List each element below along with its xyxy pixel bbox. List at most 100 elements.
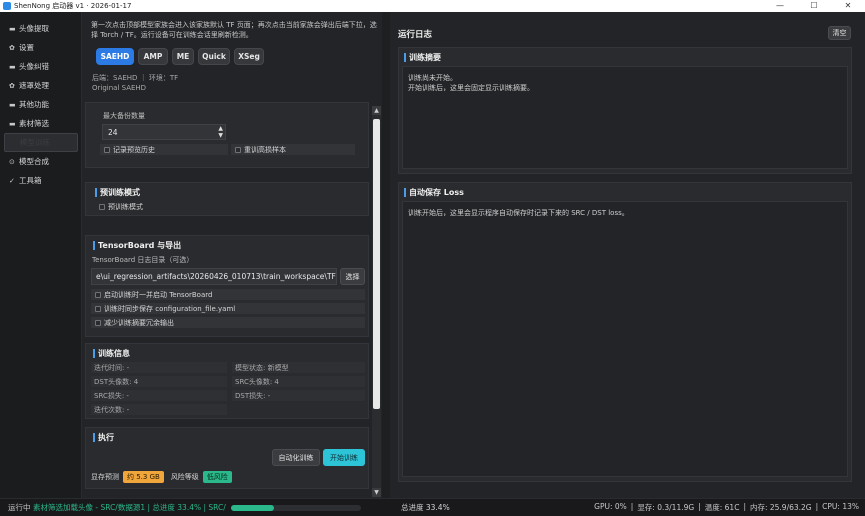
folder-icon: ▬: [9, 62, 16, 71]
gear-icon: ✿: [9, 43, 15, 52]
gear-icon: ✿: [9, 81, 15, 90]
auto-train-button[interactable]: 自动化训练: [272, 449, 320, 466]
scrollbar-thumb[interactable]: [373, 119, 380, 409]
progress-bar: [231, 505, 361, 511]
estimate-row: 显存预测 约 5.3 GB 风险等级 低风险: [91, 471, 232, 483]
sidebar-item-extract[interactable]: ▬ 头像提取: [0, 19, 81, 38]
summary-line: 开始训练后，这里会固定显示训练摘要。: [408, 84, 534, 92]
risk-label: 风险等级: [170, 473, 199, 481]
running-label: 运行中: [8, 503, 31, 512]
sidebar-item-other[interactable]: ▬ 其他功能: [0, 95, 81, 114]
retrain-hq-checkbox[interactable]: 重训高损样本: [231, 144, 355, 155]
tab-amp[interactable]: AMP: [138, 48, 168, 65]
mode-hint: 第一次点击顶部模型家族会进入该家族默认 TF 页面；再次点击当前家族会弹出后端下…: [91, 21, 377, 39]
mem-stat: 内存: 25.9/63.2G: [749, 503, 812, 512]
sidebar-item-label: 设置: [19, 43, 34, 52]
src-count-cell: SRC头像数: 4: [232, 376, 365, 387]
maximize-icon[interactable]: ☐: [797, 0, 831, 12]
mem-estimate-badge: 约 5.3 GB: [123, 471, 164, 483]
sidebar-item-merge[interactable]: ⊙ 模型合成: [0, 152, 81, 171]
sidebar-item-label: 头像提取: [19, 24, 49, 33]
checkbox-label: 减少训练摘要冗余输出: [104, 318, 174, 327]
sidebar-item-train[interactable]: 模型训练: [4, 133, 78, 152]
iter-count-cell: 迭代次数: -: [91, 404, 227, 415]
dst-loss-cell: DST损失: -: [232, 390, 365, 401]
sidebar-item-settings[interactable]: ✿ 设置: [0, 38, 81, 57]
checkbox-label: 启动训练时一并启动 TensorBoard: [104, 290, 213, 299]
tensorboard-section: TensorBoard 与导出 TensorBoard 日志目录（可选） e\u…: [85, 235, 369, 337]
title-bar: ShenNong 启动器 v1 · 2026-01-17 — ☐ ✕: [0, 0, 865, 12]
progress-label: 总进度 33.4%: [401, 503, 450, 512]
check-icon: ✓: [9, 176, 15, 185]
summary-line: 训练尚未开始。: [408, 74, 457, 82]
tensorboard-dir-label: TensorBoard 日志目录（可选）: [92, 256, 194, 264]
dst-count-cell: DST头像数: 4: [91, 376, 227, 387]
sidebar-item-label: 头像纠错: [19, 62, 49, 71]
settings-scroll-area[interactable]: 最大备份数量 24 ▲ ▼ 记录预览历史 重训高损样本 预训练模式 预训练模式 T…: [85, 102, 369, 498]
close-icon[interactable]: ✕: [831, 0, 865, 12]
summary-title: 训练摘要: [404, 51, 441, 63]
train-info-section: 训练信息 迭代时间: - 模型状态: 新模型 DST头像数: 4 SRC头像数:…: [85, 343, 369, 419]
sidebar-item-mask[interactable]: ✿ 遮罩处理: [0, 76, 81, 95]
vram-stat: 显存: 0.3/11.9G: [637, 503, 695, 512]
model-family-tabs: SAEHD AMP ME Quick XSeg: [96, 48, 264, 65]
scroll-down-icon[interactable]: ▼: [372, 488, 381, 497]
folder-icon: ▬: [9, 24, 16, 33]
checkbox-label: 重训高损样本: [244, 145, 286, 154]
backup-section: 最大备份数量 24 ▲ ▼ 记录预览历史 重训高损样本: [85, 102, 369, 168]
sidebar: ▬ 头像提取 ✿ 设置 ▬ 头像纠错 ✿ 遮罩处理 ▬ 其他功能 ▬ 素材筛选 模型训练 ⊙…: [0, 12, 82, 498]
status-bar: 运行中 素材筛选加载头像 - SRC/数据源1 | 总进度 33.4% | SR…: [0, 498, 865, 516]
record-preview-checkbox[interactable]: 记录预览历史: [100, 144, 228, 155]
checkbox-icon: [104, 146, 110, 153]
tab-xseg[interactable]: XSeg: [234, 48, 264, 65]
tab-me[interactable]: ME: [172, 48, 194, 65]
minimize-icon[interactable]: —: [763, 0, 797, 12]
backup-count-spinbox[interactable]: 24 ▲ ▼: [102, 124, 226, 140]
tab-quick[interactable]: Quick: [198, 48, 230, 65]
tensorboard-title: TensorBoard 与导出: [93, 239, 181, 251]
summary-text: 训练尚未开始。 开始训练后，这里会固定显示训练摘要。: [402, 66, 848, 169]
backup-label: 最大备份数量: [103, 112, 145, 120]
folder-icon: ▬: [9, 119, 16, 128]
execute-section: 执行 自动化训练 开始训练 显存预测 约 5.3 GB 风险等级 低风险: [85, 427, 369, 489]
checkbox-icon: [95, 319, 101, 326]
sidebar-item-toolbox[interactable]: ✓ 工具箱: [0, 171, 81, 190]
checkbox-label: 记录预览历史: [113, 145, 155, 154]
scroll-up-icon[interactable]: ▲: [372, 106, 381, 115]
app-icon: [3, 2, 11, 10]
sidebar-item-filter[interactable]: ▬ 素材筛选: [0, 114, 81, 133]
sidebar-item-label: 素材筛选: [19, 119, 49, 128]
iter-time-cell: 迭代时间: -: [91, 362, 227, 373]
pretrain-title: 预训练模式: [95, 186, 140, 198]
reduce-summary-checkbox[interactable]: 减少训练摘要冗余输出: [91, 317, 365, 328]
loss-text: 训练开始后，这里会显示程序自动保存时记录下来的 SRC / DST loss。: [402, 201, 848, 477]
checkbox-icon: [99, 203, 105, 210]
spin-arrows-icon[interactable]: ▲ ▼: [218, 125, 223, 139]
progress-fill: [231, 505, 275, 511]
backup-count-value: 24: [108, 127, 118, 137]
risk-badge: 低风险: [202, 471, 232, 483]
launch-tensorboard-checkbox[interactable]: 启动训练时一并启动 TensorBoard: [91, 289, 365, 300]
sidebar-item-correct[interactable]: ▬ 头像纠错: [0, 57, 81, 76]
save-config-checkbox[interactable]: 训练时同步保存 configuration_file.yaml: [91, 303, 365, 314]
task-text: 素材筛选加载头像 - SRC/数据源1 | 总进度 33.4% | SRC/: [33, 503, 226, 512]
backend-info: 后端：SAEHD ｜ 环境：TF Original SAEHD: [92, 73, 178, 93]
summary-box: 训练摘要 训练尚未开始。 开始训练后，这里会固定显示训练摘要。: [398, 47, 852, 174]
sidebar-item-label: 遮罩处理: [19, 81, 49, 90]
clear-log-button[interactable]: 清空: [828, 26, 851, 40]
folder-icon: ▬: [9, 100, 16, 109]
checkbox-icon: [95, 291, 101, 298]
loss-box: 自动保存 Loss 训练开始后，这里会显示程序自动保存时记录下来的 SRC / …: [398, 182, 852, 482]
merge-icon: ⊙: [9, 157, 15, 166]
settings-scrollbar[interactable]: ▲ ▼: [372, 106, 381, 497]
tab-saehd[interactable]: SAEHD: [96, 48, 134, 65]
pretrain-section: 预训练模式 预训练模式: [85, 182, 369, 216]
choose-dir-button[interactable]: 选择: [340, 268, 365, 285]
start-train-button[interactable]: 开始训练: [323, 449, 365, 466]
execute-title: 执行: [93, 431, 114, 443]
pretrain-checkbox[interactable]: 预训练模式: [95, 201, 358, 212]
system-stats: GPU: 0% | 显存: 0.3/11.9G | 温度: 61C | 内存: 25.…: [594, 502, 859, 512]
checkbox-icon: [95, 305, 101, 312]
checkbox-icon: [235, 146, 241, 153]
tensorboard-dir-input[interactable]: e\ui_regression_artifacts\20260426_01071…: [91, 268, 337, 285]
